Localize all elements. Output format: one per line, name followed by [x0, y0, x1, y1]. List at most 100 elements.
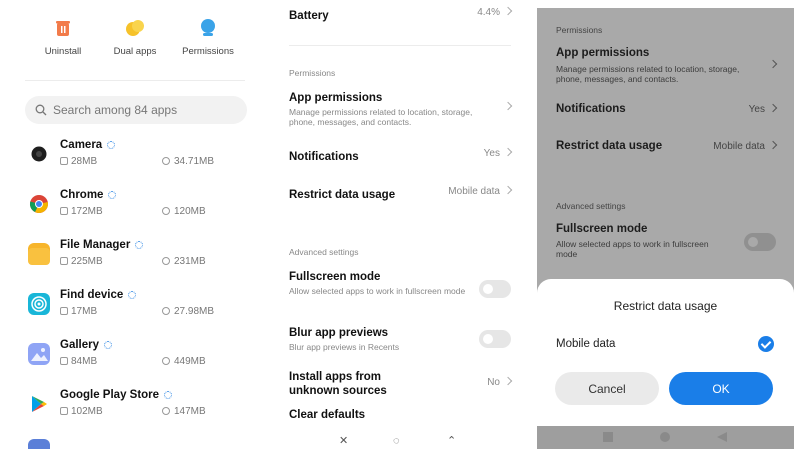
unknown-sources-row[interactable]: Install apps from unknown sources No	[289, 370, 513, 398]
fullscreen-subtitle: Allow selected apps to work in fullscree…	[556, 239, 709, 259]
app-permissions-subtitle: Manage permissions related to location, …	[289, 107, 473, 127]
chevron-right-icon	[503, 185, 513, 195]
battery-row[interactable]: Battery 4.4%	[289, 6, 513, 24]
play-store-app-icon	[28, 393, 50, 415]
app-cache: 147MB	[162, 406, 206, 417]
app-size: 172MB	[60, 206, 103, 217]
fullscreen-row[interactable]: Fullscreen mode Allow selected apps to w…	[289, 270, 511, 298]
app-size: 84MB	[60, 356, 97, 367]
clock-icon	[162, 407, 170, 415]
toggle-knob	[483, 284, 493, 294]
home-nav-icon[interactable]	[660, 432, 670, 442]
next-app-icon-partial	[28, 439, 50, 449]
divider	[289, 45, 511, 46]
toggle-knob	[748, 237, 758, 247]
dual-apps-label: Dual apps	[113, 46, 157, 57]
app-permissions-row[interactable]: App permissions Manage permissions relat…	[289, 91, 513, 127]
permissions-label: Permissions	[182, 46, 234, 57]
app-cache: 27.98MB	[162, 306, 214, 317]
clock-icon	[162, 257, 170, 265]
fullscreen-toggle[interactable]	[479, 280, 511, 298]
app-row-camera[interactable]: Camera 28MB 34.71MB	[0, 139, 265, 185]
restrict-dialog-panel: Permissions App permissions Manage permi…	[537, 0, 800, 449]
app-name: Camera	[60, 139, 116, 151]
app-permissions-chevron	[765, 59, 778, 71]
storage-icon	[60, 207, 68, 215]
camera-app-icon	[28, 143, 50, 165]
chevron-right-icon	[503, 6, 513, 16]
checkmark-icon[interactable]	[758, 336, 774, 352]
recents-nav-icon[interactable]: ⌃	[447, 434, 456, 447]
chevron-right-icon	[503, 376, 513, 386]
app-search-box[interactable]	[25, 96, 247, 124]
restrict-data-value: Mobile data	[448, 185, 513, 197]
navigation-bar	[537, 426, 794, 449]
notifications-value: Yes	[484, 147, 513, 159]
app-size: 17MB	[60, 306, 97, 317]
app-permissions-subtitle: Manage permissions related to location, …	[556, 64, 740, 84]
loading-icon	[107, 140, 116, 149]
back-nav-icon[interactable]: ✕	[339, 434, 348, 447]
clear-defaults-row[interactable]: Clear defaults	[289, 408, 511, 422]
clock-icon	[162, 357, 170, 365]
blur-previews-row[interactable]: Blur app previews Blur app previews in R…	[289, 326, 511, 352]
notifications-row[interactable]: Notifications Yes	[289, 147, 513, 165]
app-size: 225MB	[60, 256, 103, 267]
permissions-action[interactable]: Permissions	[173, 18, 243, 57]
permissions-icon	[201, 19, 215, 36]
notifications-title: Notifications	[556, 103, 626, 115]
app-name: Chrome	[60, 189, 117, 201]
unknown-sources-title: Install apps from unknown sources	[289, 371, 387, 397]
loading-icon	[164, 390, 173, 399]
battery-label: Battery	[289, 10, 329, 22]
app-row-chrome[interactable]: Chrome 172MB 120MB	[0, 189, 265, 235]
search-input[interactable]	[53, 96, 238, 124]
app-row-gallery[interactable]: Gallery 84MB 449MB	[0, 339, 265, 385]
ok-button[interactable]: OK	[669, 372, 773, 405]
restrict-data-dialog: Restrict data usage Mobile data Cancel O…	[537, 279, 794, 426]
app-permissions-title: App permissions	[556, 47, 650, 59]
app-row-file-manager[interactable]: File Manager 225MB 231MB	[0, 239, 265, 285]
permissions-section-header: Permissions	[289, 68, 336, 78]
app-name: Find device	[60, 289, 137, 301]
restrict-data-title: Restrict data usage	[289, 189, 396, 201]
chevron-right-icon	[768, 140, 778, 150]
permissions-section-header: Permissions	[556, 25, 603, 35]
cancel-button[interactable]: Cancel	[555, 372, 659, 405]
chevron-right-icon	[503, 101, 513, 111]
clock-icon	[162, 157, 170, 165]
app-info-panel: Battery 4.4% Permissions App permissions…	[265, 0, 535, 449]
fullscreen-title: Fullscreen mode	[556, 223, 648, 235]
app-manager-panel: Uninstall Dual apps Permissions Camera 2…	[0, 0, 265, 449]
app-row-find-device[interactable]: Find device 17MB 27.98MB	[0, 289, 265, 335]
blur-previews-subtitle: Blur app previews in Recents	[289, 342, 400, 352]
home-nav-icon[interactable]: ◌	[393, 435, 400, 447]
back-nav-icon[interactable]	[717, 432, 727, 442]
restrict-data-row[interactable]: Restrict data usage Mobile data	[289, 185, 513, 203]
app-name: Google Play Store	[60, 389, 173, 401]
app-permissions-chevron	[500, 101, 513, 113]
notifications-title: Notifications	[289, 151, 359, 163]
app-cache: 231MB	[162, 256, 206, 267]
dual-apps-icon	[126, 20, 144, 36]
restrict-data-title: Restrict data usage	[556, 140, 663, 152]
app-size: 102MB	[60, 406, 103, 417]
app-size: 28MB	[60, 156, 97, 167]
uninstall-action[interactable]: Uninstall	[28, 18, 98, 57]
app-actions-bar: Uninstall Dual apps Permissions	[28, 18, 245, 63]
mobile-data-option[interactable]: Mobile data	[556, 338, 615, 350]
storage-icon	[60, 157, 68, 165]
fullscreen-subtitle: Allow selected apps to work in fullscree…	[289, 286, 466, 296]
blur-previews-toggle[interactable]	[479, 330, 511, 348]
battery-value: 4.4%	[477, 6, 513, 18]
recents-nav-icon[interactable]	[603, 432, 613, 442]
navigation-bar: ✕ ◌ ⌃	[265, 435, 535, 449]
app-row-play-store[interactable]: Google Play Store 102MB 147MB	[0, 389, 265, 435]
find-device-app-icon	[28, 293, 50, 315]
app-name: File Manager	[60, 239, 144, 251]
chrome-app-icon	[28, 193, 50, 215]
loading-icon	[108, 190, 117, 199]
dual-apps-action[interactable]: Dual apps	[100, 18, 170, 57]
clock-icon	[162, 307, 170, 315]
app-cache: 34.71MB	[162, 156, 214, 167]
